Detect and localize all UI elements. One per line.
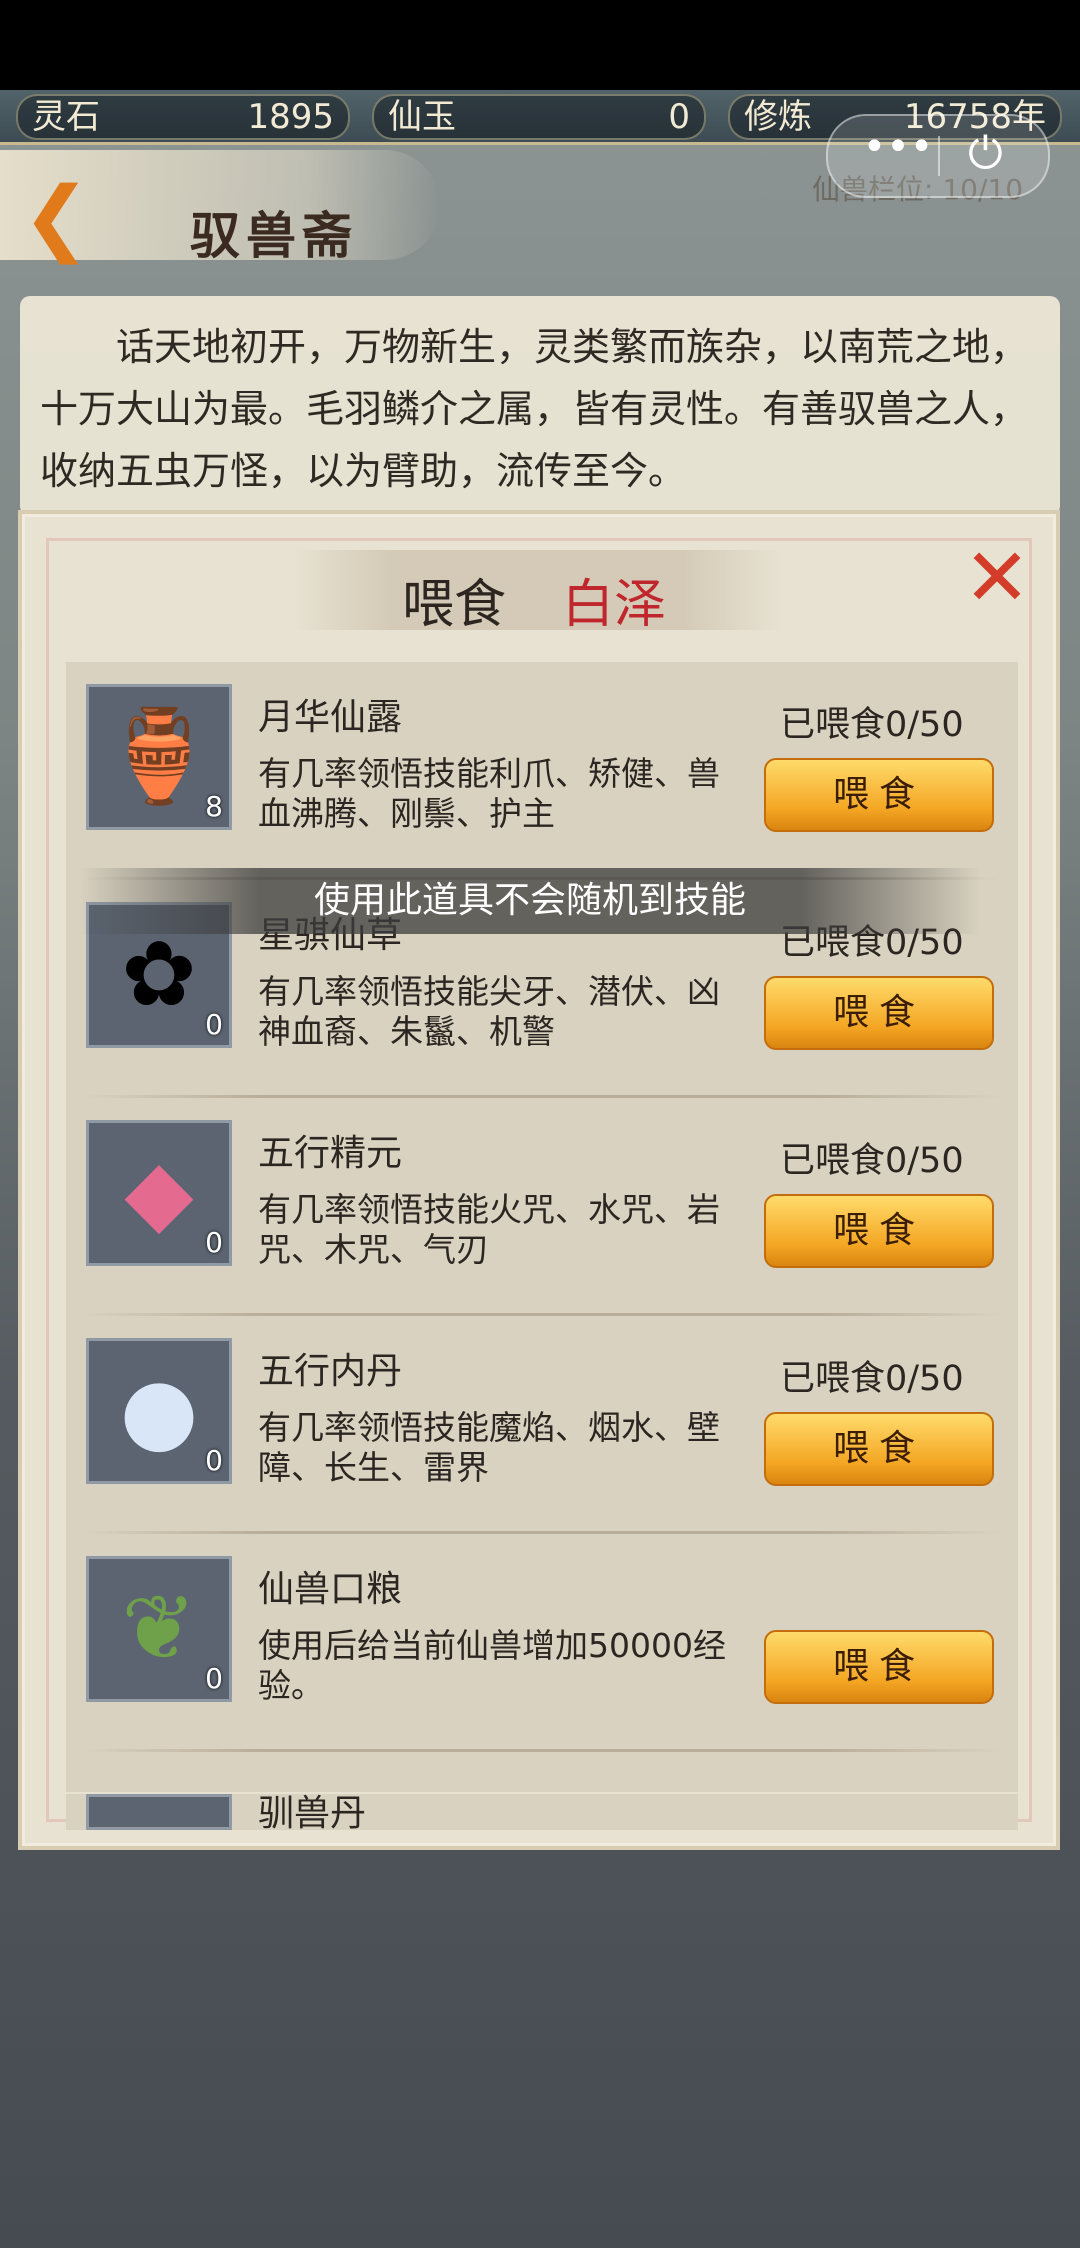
resource-lingshi: 灵石 1895	[16, 94, 350, 140]
feed-button[interactable]: 喂食	[764, 1194, 994, 1268]
fed-count: 已喂食0/50	[780, 1359, 964, 1399]
list-item: ◆ 0 五行精元 有几率领悟技能火咒、水咒、岩咒、木咒、气刃 已喂食0/50 喂…	[66, 1098, 1018, 1316]
item-description: 使用后给当前仙兽增加50000经验。	[258, 1626, 726, 1705]
feed-button[interactable]: 喂食	[764, 758, 994, 832]
resource-xianyu: 仙玉 0	[372, 94, 706, 140]
dialog-title: 喂食	[402, 575, 507, 635]
item-name: 五行精元	[258, 1133, 403, 1174]
item-description: 有几率领悟技能利爪、矫健、兽血沸腾、刚鬃、护主	[258, 754, 720, 833]
intro-panel: 话天地初开，万物新生，灵类繁而族杂，以南荒之地，十万大山为最。毛羽鳞介之属，皆有…	[20, 296, 1060, 516]
dialog-title-ribbon	[292, 550, 782, 630]
item-description: 有几率领悟技能尖牙、潜伏、凶神血裔、朱鬣、机警	[258, 972, 720, 1051]
resource-value: 0	[668, 97, 690, 137]
intro-text: 话天地初开，万物新生，灵类繁而族杂，以南荒之地，十万大山为最。毛羽鳞介之属，皆有…	[40, 325, 1029, 493]
resource-label: 修炼	[744, 97, 812, 137]
feed-dialog: 喂食 白泽 ✕ 🏺 8 月华仙露 有几率领悟技能利爪、矫健、兽血沸腾、刚鬃、护主…	[18, 510, 1060, 1850]
close-icon[interactable]: ✕	[962, 538, 1032, 618]
list-item: ● 0 五行内丹 有几率领悟技能魔焰、烟水、壁障、长生、雷界 已喂食0/50 喂…	[66, 1316, 1018, 1534]
miniprogram-capsule: ••• ⏻	[826, 114, 1050, 198]
item-quantity: 0	[205, 1226, 223, 1259]
item-icon-frame	[86, 1794, 232, 1830]
more-icon[interactable]: •••	[858, 124, 938, 170]
leaf-food-icon: ❦	[121, 1576, 197, 1681]
orb-icon: ●	[119, 1358, 199, 1463]
item-name: 驯兽丹	[258, 1794, 367, 1830]
item-quantity: 0	[205, 1662, 223, 1695]
vase-icon: 🏺	[102, 704, 216, 809]
pet-name: 白泽	[562, 575, 667, 635]
crystal-icon: ◆	[124, 1140, 194, 1245]
item-quantity: 8	[205, 790, 223, 823]
item-icon-frame: ● 0	[86, 1338, 232, 1484]
resource-label: 仙玉	[388, 97, 456, 137]
feed-button[interactable]: 喂食	[764, 976, 994, 1050]
page-title: 驭兽斋	[190, 206, 358, 265]
feed-button[interactable]: 喂食	[764, 1412, 994, 1486]
list-item: 🏺 8 月华仙露 有几率领悟技能利爪、矫健、兽血沸腾、刚鬃、护主 已喂食0/50…	[66, 662, 1018, 880]
feed-button[interactable]: 喂食	[764, 1630, 994, 1704]
exit-icon[interactable]: ⏻	[968, 128, 1003, 179]
toast-message: 使用此道具不会随机到技能	[80, 868, 980, 934]
status-bar	[0, 0, 1080, 90]
item-quantity: 0	[205, 1008, 223, 1041]
resource-value: 1895	[247, 97, 334, 137]
item-icon-frame: ◆ 0	[86, 1120, 232, 1266]
divider	[82, 1749, 1002, 1752]
list-item: ❦ 0 仙兽口粮 使用后给当前仙兽增加50000经验。 喂食	[66, 1534, 1018, 1752]
item-name: 五行内丹	[258, 1351, 403, 1392]
item-description: 有几率领悟技能火咒、水咒、岩咒、木咒、气刃	[258, 1190, 720, 1269]
item-name: 月华仙露	[258, 697, 403, 738]
item-description: 有几率领悟技能魔焰、烟水、壁障、长生、雷界	[258, 1408, 720, 1487]
fed-count: 已喂食0/50	[780, 705, 964, 745]
item-quantity: 0	[205, 1444, 223, 1477]
food-list[interactable]: 🏺 8 月华仙露 有几率领悟技能利爪、矫健、兽血沸腾、刚鬃、护主 已喂食0/50…	[66, 662, 1018, 1792]
item-icon-frame: ❦ 0	[86, 1556, 232, 1702]
list-item-partial: 驯兽丹	[66, 1794, 1018, 1830]
resource-label: 灵石	[32, 97, 100, 137]
fed-count: 已喂食0/50	[780, 1141, 964, 1181]
item-name: 仙兽口粮	[258, 1569, 403, 1610]
back-arrow-icon[interactable]: ❮	[22, 177, 91, 259]
capsule-divider	[938, 136, 940, 176]
item-icon-frame: 🏺 8	[86, 684, 232, 830]
